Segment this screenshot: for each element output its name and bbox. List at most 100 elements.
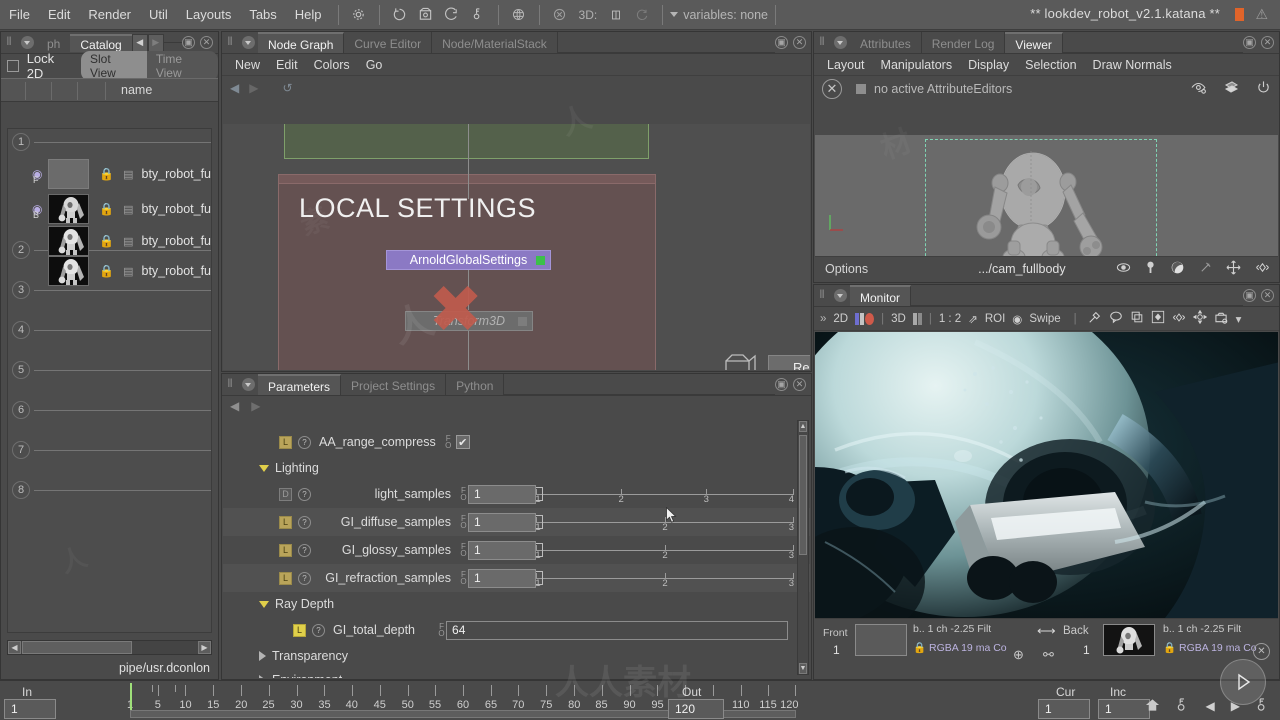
parameters-vertical-scrollbar[interactable]: ▲ ▼ — [797, 420, 809, 675]
viewer-3d-viewport[interactable] — [815, 135, 1278, 256]
thumbnail[interactable] — [47, 159, 90, 189]
list-item[interactable]: ◉ F 🔒 ▤ bty_robot_fu — [32, 159, 211, 189]
out-field[interactable]: 120 — [668, 699, 724, 719]
refresh-icon[interactable] — [629, 4, 655, 26]
undo-icon[interactable]: ↺ — [282, 81, 292, 95]
front-slot-thumbnail[interactable] — [855, 624, 907, 656]
channel-a-label[interactable]: 2D — [833, 313, 848, 325]
param-row-gi-diffuse-samples[interactable]: L ? GI_diffuse_samples FO 1 1 2 3 — [223, 508, 810, 536]
snapshot-icon[interactable] — [1214, 311, 1229, 327]
ng-menu-go[interactable]: Go — [359, 56, 390, 74]
tab-attributes[interactable]: Attributes — [850, 32, 922, 53]
lock-icon[interactable]: 🔒 — [99, 234, 114, 248]
panel-menu-button[interactable] — [830, 32, 850, 53]
power-icon[interactable] — [1256, 80, 1271, 98]
channel-a-swatch[interactable] — [855, 312, 875, 325]
param-value-field[interactable]: 1 — [468, 568, 536, 588]
params-forward-icon[interactable]: ▶ — [251, 399, 260, 413]
cancel-icon[interactable] — [547, 4, 573, 26]
slot-number[interactable]: 2 — [12, 241, 30, 259]
catalog-prev-button[interactable]: ◀ — [131, 33, 148, 52]
tab-node-graph[interactable]: Node Graph — [258, 32, 345, 53]
help-icon[interactable]: ? — [298, 435, 311, 449]
view-mode-toggle[interactable]: Slot View Time View — [81, 51, 218, 81]
pause-icon[interactable] — [603, 4, 629, 26]
panel-grip-icon[interactable]: ⦀ — [814, 32, 830, 53]
roi-toggle-icon[interactable]: ◉ — [1012, 312, 1022, 326]
maximize-icon[interactable]: ▣ — [1243, 36, 1256, 49]
scrollbar-thumb[interactable] — [22, 641, 132, 654]
param-expression-icon[interactable]: FO — [437, 623, 446, 638]
shading-icon[interactable] — [1223, 80, 1240, 98]
ng-menu-new[interactable]: New — [228, 56, 267, 74]
lock-icon[interactable]: 🔒 — [99, 264, 114, 278]
param-local-badge[interactable]: L — [279, 571, 292, 585]
close-icon[interactable]: ✕ — [793, 378, 806, 391]
light-icon[interactable] — [1145, 260, 1156, 278]
close-icon[interactable]: ✕ — [1253, 643, 1270, 660]
list-item[interactable]: ◉ 🔒 ▤ bty_robot_fu — [32, 256, 211, 286]
menu-help[interactable]: Help — [286, 4, 331, 25]
warning-icon[interactable]: ⚠ — [1255, 6, 1268, 23]
menu-render[interactable]: Render — [79, 4, 140, 25]
param-expression-icon[interactable]: FO — [459, 543, 468, 558]
viewer-menu-draw-normals[interactable]: Draw Normals — [1086, 56, 1179, 74]
expand-icon[interactable]: » — [820, 313, 826, 325]
gear-icon[interactable] — [346, 4, 372, 26]
viewer-menu-layout[interactable]: Layout — [820, 56, 872, 74]
param-row-gi-refraction-samples[interactable]: L ? GI_refraction_samples FO 1 1 2 3 — [223, 564, 810, 592]
chevron-down-icon[interactable]: ▾ — [1236, 312, 1242, 326]
tab-parameters[interactable]: Parameters — [258, 374, 342, 395]
param-expression-icon[interactable]: FO — [459, 515, 468, 530]
eyedropper-icon[interactable] — [1088, 310, 1102, 327]
viewer-menu-selection[interactable]: Selection — [1018, 56, 1083, 74]
param-local-badge[interactable]: L — [279, 435, 292, 449]
viewer-camera-label[interactable]: .../cam_fullbody — [978, 262, 1066, 276]
node-arnoldglobalsettings[interactable]: ArnoldGlobalSettings — [386, 250, 551, 270]
panel-menu-button[interactable] — [830, 285, 850, 306]
ratio-label[interactable]: 1 : 2 — [939, 313, 961, 325]
close-editor-icon[interactable]: ✕ — [822, 79, 842, 99]
tab-render-log[interactable]: Render Log — [922, 32, 1006, 53]
param-section-transparency[interactable]: Transparency — [223, 644, 810, 668]
param-expression-icon[interactable]: FO — [459, 487, 468, 502]
save-icon[interactable]: ▤ — [123, 235, 133, 248]
param-section-environment[interactable]: Environment — [223, 668, 810, 678]
aperture-icon[interactable] — [1170, 260, 1185, 278]
maximize-icon[interactable]: ▣ — [1243, 289, 1256, 302]
node-graph-canvas[interactable]: LOCAL SETTINGS ArnoldGlobalSettings Tran… — [223, 124, 810, 370]
lock-icon[interactable]: 🔒 — [1163, 642, 1176, 654]
time-view-option[interactable]: Time View — [147, 51, 218, 81]
hide-icon[interactable] — [1191, 81, 1207, 97]
link-icon[interactable]: ⚯ — [1043, 647, 1054, 663]
param-expression-icon[interactable]: FO — [444, 435, 453, 450]
key-icon-2[interactable] — [1256, 697, 1270, 715]
tab-monitor[interactable]: Monitor — [850, 285, 912, 306]
swipe-label[interactable]: Swipe — [1029, 313, 1060, 325]
param-slider[interactable]: 1 2 3 4 — [535, 485, 794, 505]
eye-icon[interactable]: ◉ F — [32, 167, 46, 185]
gizmo-icon[interactable] — [1255, 261, 1270, 277]
lock-icon[interactable]: 🔒 — [913, 642, 926, 654]
param-value-field[interactable]: 1 — [468, 540, 536, 560]
backdrop-node-green[interactable] — [284, 124, 649, 159]
help-icon[interactable]: ? — [298, 487, 311, 501]
close-icon[interactable]: ✕ — [200, 36, 213, 49]
move-icon[interactable] — [1226, 260, 1241, 278]
swap-icon[interactable]: ⟷ — [1037, 623, 1056, 639]
scroll-down-icon[interactable]: ▼ — [799, 663, 807, 674]
panel-grip-icon[interactable]: ⦀ — [222, 374, 238, 395]
param-expression-icon[interactable]: FO — [459, 571, 468, 586]
param-local-badge[interactable]: D — [279, 487, 292, 501]
param-value-field[interactable]: 1 — [468, 512, 536, 532]
param-local-badge[interactable]: L — [279, 515, 292, 529]
pin-icon[interactable] — [1199, 261, 1212, 277]
maximize-icon[interactable]: ▣ — [775, 378, 788, 391]
save-icon[interactable]: ▤ — [123, 168, 133, 181]
play-button-overlay[interactable] — [1220, 659, 1266, 705]
target-icon[interactable] — [1192, 309, 1207, 327]
param-local-badge[interactable]: L — [279, 543, 292, 557]
node-render[interactable]: Rende — [768, 355, 810, 370]
back-slot-thumbnail[interactable] — [1103, 624, 1155, 656]
slot-number[interactable]: 4 — [12, 321, 30, 339]
